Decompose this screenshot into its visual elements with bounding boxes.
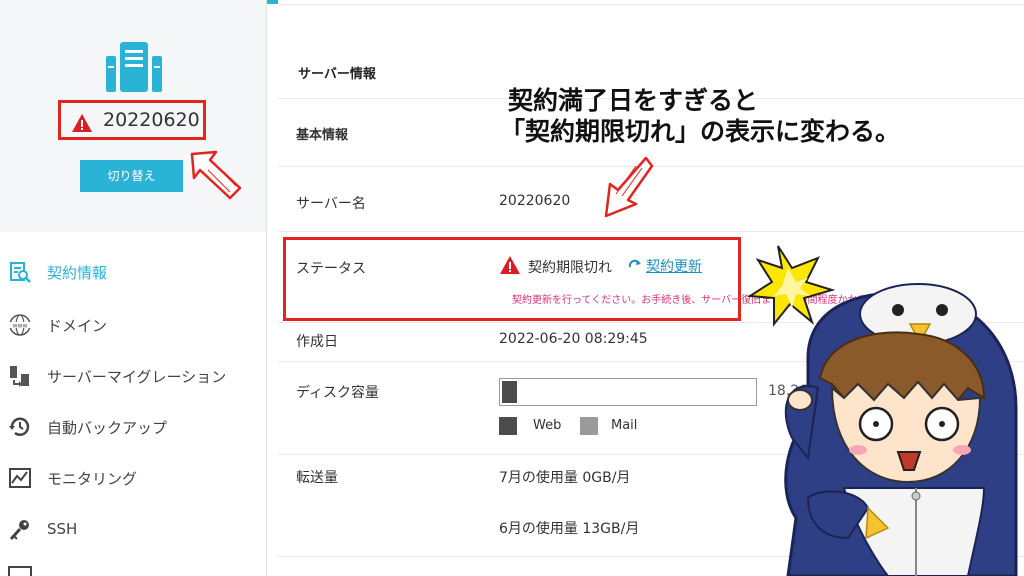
- sidebar-item-backup[interactable]: 自動バックアップ: [0, 407, 266, 447]
- server-name-highlight: 20220620: [58, 100, 206, 140]
- sidebar-item-label: 契約情報: [47, 264, 108, 282]
- annotation-line1: 契約満了日をすぎると: [508, 86, 759, 115]
- section-title: サーバー情報: [298, 67, 376, 82]
- key-icon: [9, 520, 29, 541]
- sidebar-item-monitoring[interactable]: モニタリング: [0, 458, 266, 498]
- basic-info-heading: 基本情報: [296, 128, 349, 143]
- sidebar-item-migration[interactable]: サーバーマイグレーション: [0, 356, 266, 396]
- sidebar-item-contract[interactable]: 契約情報: [0, 252, 266, 292]
- sidebar-item-label: SSH: [47, 520, 78, 538]
- disk-usage-fill: [502, 381, 517, 403]
- sidebar-item-domain[interactable]: www ドメイン: [0, 305, 266, 345]
- annotation-arrow-icon: [604, 156, 654, 218]
- server-name-label: サーバー名: [296, 196, 366, 212]
- legend-mail-label: Mail: [611, 418, 638, 433]
- renew-contract-link[interactable]: 契約更新: [646, 256, 702, 276]
- status-label: ステータス: [296, 261, 366, 277]
- refresh-icon: [628, 259, 641, 268]
- disk-label: ディスク容量: [296, 385, 380, 401]
- warning-icon: [500, 256, 520, 274]
- disk-usage-bar: [499, 378, 757, 406]
- legend-web-label: Web: [533, 418, 562, 433]
- status-value: 契約期限切れ: [528, 260, 612, 276]
- www-icon: www: [9, 314, 31, 336]
- sidebar-item-label: 自動バックアップ: [47, 419, 168, 437]
- legend-mail-swatch: [580, 417, 598, 435]
- transfer-label: 転送量: [296, 470, 338, 486]
- top-divider: [278, 4, 1024, 5]
- annotation-arrow-icon: [190, 150, 242, 200]
- transfer-june: 6月の使用量 13GB/月: [499, 521, 640, 537]
- server-name-value: 20220620: [499, 193, 571, 209]
- created-value: 2022-06-20 08:29:45: [499, 331, 648, 347]
- created-label: 作成日: [296, 334, 338, 350]
- switch-server-button[interactable]: 切り替え: [80, 160, 183, 192]
- annotation-line2: 「契約期限切れ」の表示に変わる。: [500, 117, 901, 146]
- sidebar-item-label: サーバーマイグレーション: [47, 368, 227, 386]
- sidebar-divider: [266, 0, 267, 576]
- annotation-text: 契約満了日をすぎると 「契約期限切れ」の表示に変わる。: [500, 85, 900, 147]
- next-menu-icon: [8, 566, 32, 576]
- penguin-costume-mascot: [748, 245, 1018, 576]
- contract-search-icon: [10, 262, 31, 283]
- sidebar-item-label: ドメイン: [47, 317, 108, 335]
- divider: [278, 231, 1024, 232]
- server-name: 20220620: [103, 109, 200, 131]
- sidebar-item-label: モニタリング: [47, 470, 138, 488]
- svg-text:www: www: [13, 323, 28, 330]
- legend-web-swatch: [499, 417, 517, 435]
- status-highlight: [283, 237, 741, 321]
- monitoring-chart-icon: [9, 468, 31, 488]
- sidebar-item-ssh[interactable]: SSH: [0, 510, 266, 550]
- backup-clock-icon: [9, 417, 30, 436]
- server-icon: [106, 42, 162, 92]
- migration-icon: [10, 366, 29, 387]
- transfer-july: 7月の使用量 0GB/月: [499, 470, 631, 486]
- warning-icon: [72, 114, 92, 132]
